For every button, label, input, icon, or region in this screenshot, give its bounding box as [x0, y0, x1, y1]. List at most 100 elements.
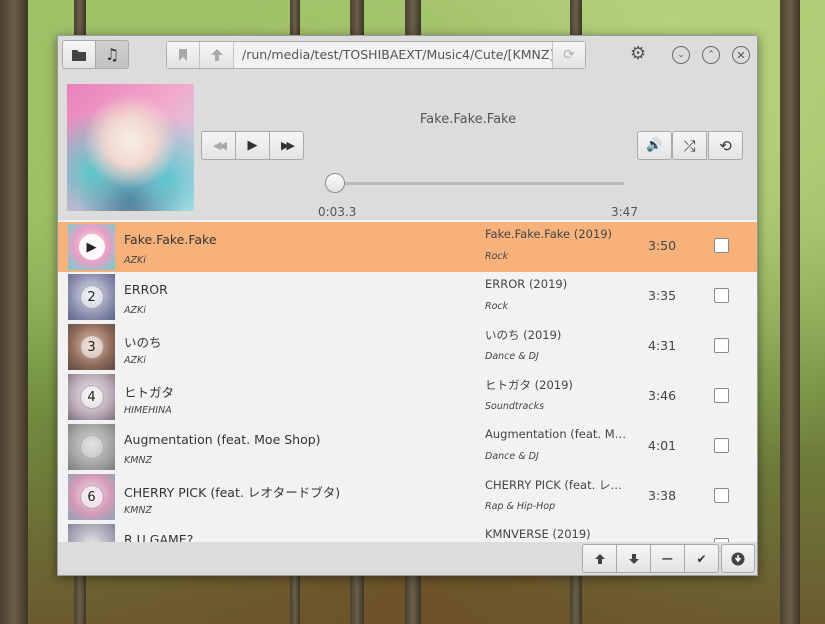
title-bar: ♫ /run/media/test/TOSHIBAEXT/Music4/Cute… [58, 36, 757, 74]
track-genre: Dance & DJ [485, 351, 539, 362]
track-thumbnail: 3 [68, 324, 115, 370]
track-duration: 4:31 [648, 338, 677, 353]
track-checkbox[interactable] [714, 488, 729, 503]
volume-button[interactable]: 🔊 [637, 131, 672, 160]
track-duration: 4:01 [648, 438, 677, 453]
track-artist: KMNZ [124, 455, 153, 466]
playlist-view-button[interactable]: ♫ [95, 40, 129, 69]
arrow-up-icon [594, 553, 605, 564]
close-icon: ✕ [736, 48, 746, 62]
music-note-icon: ♫ [104, 45, 120, 64]
track-checkbox[interactable] [714, 388, 729, 403]
playlist-row[interactable]: 2 ERROR AZKi ERROR (2019) Rock 3:35 [58, 272, 757, 322]
elapsed-time: 0:03.3 [318, 205, 357, 219]
track-title: Fake.Fake.Fake [124, 232, 217, 247]
track-album: Augmentation (feat. Moe … [485, 427, 630, 441]
move-up-button[interactable] [582, 544, 617, 573]
check-all-button[interactable]: ✔ [684, 544, 719, 573]
path-field[interactable]: /run/media/test/TOSHIBAEXT/Music4/Cute/[… [233, 42, 553, 68]
browser-view-button[interactable] [62, 40, 96, 69]
track-artist: HIMEHINA [124, 405, 172, 416]
fast-forward-icon: ▶▶ [281, 139, 295, 152]
play-button[interactable]: ▶ [235, 131, 270, 160]
track-thumbnail: 6 [68, 474, 115, 520]
playlist-row[interactable]: 4 ヒトガタ HIMEHINA ヒトガタ (2019) Soundtracks … [58, 372, 757, 422]
track-genre: Soundtracks [485, 401, 545, 412]
track-checkbox[interactable] [714, 338, 729, 353]
repeat-button[interactable]: ⟲ [708, 131, 743, 160]
track-number: 3 [79, 335, 104, 359]
playlist-row[interactable]: R U GAME? KMNVERSE (2019) [58, 522, 757, 542]
track-thumbnail [68, 424, 115, 470]
track-album: ERROR (2019) [485, 277, 568, 291]
track-checkbox[interactable] [714, 288, 729, 303]
track-album: いのち (2019) [485, 328, 562, 342]
rewind-icon: ◀◀ [213, 139, 227, 152]
track-thumbnail [68, 524, 115, 542]
track-checkbox[interactable] [714, 438, 729, 453]
total-time: 3:47 [611, 205, 638, 219]
track-artist: AZKi [124, 355, 146, 366]
track-album: Fake.Fake.Fake (2019) [485, 227, 612, 241]
remove-button[interactable]: − [650, 544, 685, 573]
play-icon: ▶ [247, 138, 258, 153]
playlist-row[interactable]: ▶ Fake.Fake.Fake AZKi Fake.Fake.Fake (20… [58, 222, 757, 272]
play-icon: ▶ [78, 234, 105, 260]
shuffle-button[interactable]: ⤮ [672, 131, 707, 160]
track-genre: Rap & Hip-Hop [485, 501, 556, 512]
track-thumbnail: 4 [68, 374, 115, 420]
track-number: 4 [79, 385, 104, 409]
track-artist: KMNZ [124, 505, 153, 516]
track-number: 6 [79, 485, 104, 509]
minus-icon: − [660, 549, 675, 568]
track-duration: 3:46 [648, 388, 677, 403]
playlist-row[interactable]: Augmentation (feat. Moe Shop) KMNZ Augme… [58, 422, 757, 472]
track-title: ERROR [124, 282, 168, 297]
music-player-window: ♫ /run/media/test/TOSHIBAEXT/Music4/Cute… [57, 35, 758, 576]
parent-folder-button[interactable] [200, 42, 233, 68]
track-duration: 3:50 [648, 238, 677, 253]
chevron-down-icon: ⌄ [677, 49, 685, 60]
track-title: いのち [124, 335, 162, 350]
close-button[interactable]: ✕ [732, 46, 750, 64]
track-genre: Dance & DJ [485, 451, 539, 462]
tree-trunk [0, 0, 28, 624]
minimize-button[interactable]: ⌄ [672, 46, 690, 64]
seek-slider-track[interactable] [331, 182, 624, 185]
bookmark-button[interactable] [167, 42, 200, 68]
bookmark-icon [179, 49, 187, 61]
track-title: CHERRY PICK (feat. レオタードブタ) [124, 485, 341, 500]
previous-button[interactable]: ◀◀ [201, 131, 236, 160]
chevron-up-icon: ⌃ [707, 49, 715, 60]
arrow-down-icon [628, 553, 639, 564]
track-genre: Rock [485, 251, 509, 262]
arrow-up-icon [210, 49, 223, 61]
volume-icon: 🔊 [646, 138, 663, 153]
track-checkbox[interactable] [714, 238, 729, 253]
path-bar: /run/media/test/TOSHIBAEXT/Music4/Cute/[… [166, 41, 586, 69]
track-duration: 3:38 [648, 488, 677, 503]
track-duration: 3:35 [648, 288, 677, 303]
track-thumbnail: ▶ [68, 224, 115, 270]
track-title: ヒトガタ [124, 385, 175, 400]
download-button[interactable] [721, 544, 755, 573]
refresh-button[interactable]: ⟳ [553, 42, 585, 68]
now-playing-title: Fake.Fake.Fake [419, 112, 517, 127]
track-thumbnail: 2 [68, 274, 115, 320]
playlist-toolbar: − ✔ [58, 542, 757, 575]
repeat-icon: ⟲ [719, 136, 732, 155]
track-album: CHERRY PICK (feat. レオ… [485, 478, 630, 492]
track-genre: Rock [485, 301, 509, 312]
gear-icon[interactable]: ⚙ [630, 45, 646, 63]
track-artist: AZKi [124, 255, 146, 266]
checkmark-icon: ✔ [696, 551, 707, 566]
maximize-button[interactable]: ⌃ [702, 46, 720, 64]
tree-trunk [780, 0, 800, 624]
track-artist: AZKi [124, 305, 146, 316]
next-button[interactable]: ▶▶ [269, 131, 304, 160]
playlist-row[interactable]: 3 いのち AZKi いのち (2019) Dance & DJ 4:31 [58, 322, 757, 372]
seek-slider-handle[interactable] [325, 173, 346, 193]
track-album: KMNVERSE (2019) [485, 527, 591, 541]
move-down-button[interactable] [616, 544, 651, 573]
playlist-row[interactable]: 6 CHERRY PICK (feat. レオタードブタ) KMNZ CHERR… [58, 472, 757, 522]
